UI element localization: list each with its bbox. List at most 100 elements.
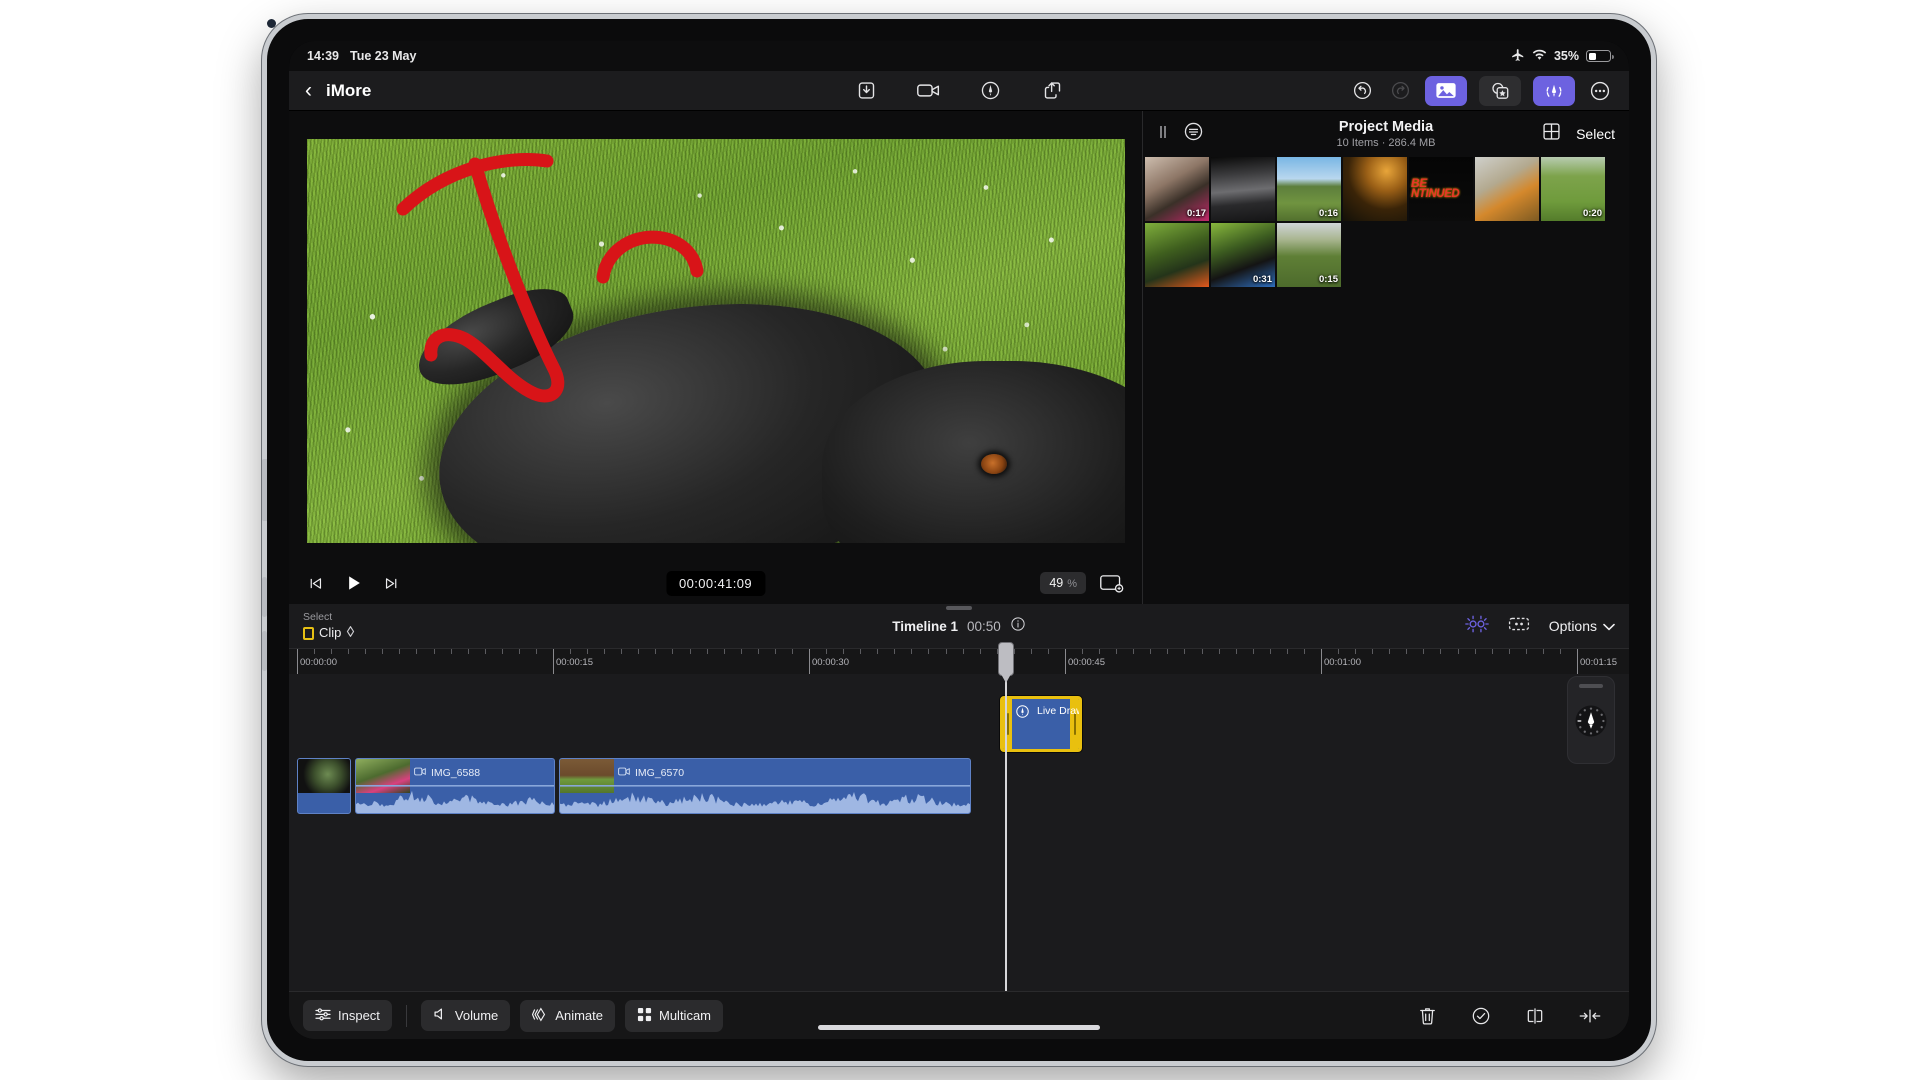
ruler-tick-label: 00:01:00 [1324,657,1361,668]
ruler-minor-tick [877,649,878,654]
media-item[interactable]: 0:20 [1541,157,1605,221]
palette-drag-handle[interactable] [1579,684,1603,688]
approve-icon[interactable] [1471,1006,1491,1026]
auto-edit-icon[interactable] [1507,614,1531,639]
ipad-device-frame: 14:39 Tue 23 May 35% ‹ iMore 00:00:41:09… [262,14,1656,1066]
live-draw-annotation [396,152,703,402]
ruler-minor-tick [741,649,742,654]
media-item[interactable]: BE NTINUED [1409,157,1473,221]
media-item[interactable]: 0:15 [1277,223,1341,287]
pause-icon[interactable] [1157,124,1169,145]
undo-icon[interactable] [1349,78,1375,104]
ruler-minor-tick [502,649,503,654]
timeline-clip-video[interactable] [297,758,351,814]
timeline-select-value[interactable]: Clip [303,625,355,642]
ruler-minor-tick [826,649,827,654]
volume-button[interactable]: Volume [420,1000,511,1031]
ruler-minor-tick [621,649,622,654]
status-date: Tue 23 May [349,49,417,63]
timeline-clip-video[interactable]: IMG_6588 [355,758,555,814]
filter-icon[interactable] [1183,121,1204,147]
pen-tool-palette[interactable] [1567,676,1615,764]
battery-icon [1586,50,1614,62]
navigation-bar: ‹ iMore [289,71,1629,111]
ruler-minor-tick [1236,649,1237,654]
animate-icon [532,1007,548,1025]
timeline-tracks[interactable]: Live Draw IMG_6588 IMG_6570 [289,674,1629,991]
multicam-label: Multicam [659,1008,712,1023]
media-item-duration: 0:15 [1318,274,1338,285]
color-dial-icon[interactable] [1571,700,1611,740]
viewer-zoom-level[interactable]: 49 % [1040,572,1086,594]
media-item[interactable] [1145,223,1209,287]
media-item[interactable]: 0:16 [1277,157,1341,221]
play-icon[interactable] [344,573,363,593]
live-draw-icon[interactable] [977,78,1003,104]
ruler-minor-tick [1492,649,1493,654]
media-browser-icon[interactable] [1425,75,1467,106]
timeline-selection-mode[interactable]: Select Clip [303,611,355,642]
transport-left-group [307,573,400,593]
info-circle-icon[interactable] [1010,616,1026,637]
toolbar-divider [405,1004,407,1027]
redo-icon[interactable] [1387,78,1413,104]
grid-view-icon[interactable] [1541,121,1562,147]
skip-to-end-icon[interactable] [383,575,400,592]
viewer-fit-icon[interactable] [1099,573,1124,593]
ruler-tick-label: 00:00:30 [812,657,849,668]
effects-icon[interactable] [1479,75,1521,106]
split-icon[interactable] [1525,1006,1545,1026]
record-video-icon[interactable] [915,78,941,104]
home-indicator[interactable] [818,1025,1100,1030]
ruler-minor-tick [570,649,571,654]
media-item[interactable]: 0:17 [1145,157,1209,221]
ruler-minor-tick [416,649,417,654]
chevron-left-icon[interactable]: ‹ [305,80,312,101]
animate-button[interactable]: Animate [520,999,615,1032]
volume-down-button[interactable] [262,631,267,671]
ruler-tick-label: 00:00:15 [556,657,593,668]
timeline-name: Timeline 1 [892,618,958,634]
import-icon[interactable] [853,78,879,104]
multicam-grid-icon [637,1007,652,1025]
viewer-timecode[interactable]: 00:00:41:09 [665,570,766,596]
volume-up-button[interactable] [262,577,267,617]
timeline-ruler[interactable]: 00:00:00 00:00:15 00:00:30 00:00:45 00:01:00… [289,648,1629,674]
media-item[interactable] [1211,157,1275,221]
timeline-clip-live-draw-label: Live Draw [1037,705,1082,717]
ruler-minor-tick [1099,649,1100,654]
timeline-resize-handle[interactable] [946,606,972,610]
more-options-icon[interactable] [1587,78,1613,104]
inspect-button[interactable]: Inspect [303,1000,392,1031]
power-button[interactable] [262,459,267,521]
timeline-clip-video[interactable]: IMG_6570 [559,758,971,814]
media-item[interactable]: 0:31 [1211,223,1275,287]
snapping-icon[interactable] [1464,614,1489,639]
media-item[interactable] [1475,157,1539,221]
media-item-duration: 0:17 [1186,208,1206,219]
playhead-handle[interactable] [998,642,1014,676]
timeline-options-button[interactable]: Options [1549,618,1615,634]
nav-left-group: ‹ iMore [305,80,371,101]
ruler-minor-tick [1219,649,1220,654]
ruler-minor-tick [1458,649,1459,654]
live-draw-panel-icon[interactable] [1533,75,1575,106]
share-icon[interactable] [1039,78,1065,104]
ruler-minor-tick [724,649,725,654]
delete-icon[interactable] [1418,1006,1437,1026]
media-item[interactable] [1343,157,1407,221]
video-canvas[interactable] [306,138,1125,543]
ruler-minor-tick [1440,649,1441,654]
ruler-minor-tick [1406,649,1407,654]
media-select-button[interactable]: Select [1576,126,1615,142]
ruler-minor-tick [1048,649,1049,654]
ruler-minor-tick [1372,649,1373,654]
timeline-clip-name: IMG_6588 [431,767,481,779]
close-gap-icon[interactable] [1579,1007,1601,1025]
skip-to-start-icon[interactable] [307,575,324,592]
app-body: 00:00:41:09 49 % Project Media 10 Items … [289,111,1629,1039]
timeline-clip-live-draw[interactable]: Live Draw [1000,696,1082,752]
ruler-minor-tick [638,649,639,654]
airplane-icon [1511,48,1525,65]
multicam-button[interactable]: Multicam [625,999,724,1032]
